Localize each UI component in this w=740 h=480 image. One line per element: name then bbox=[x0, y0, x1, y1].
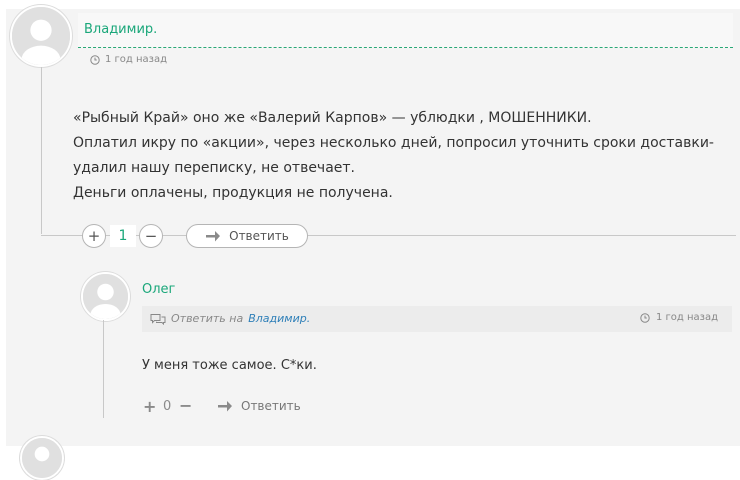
reply-arrow-icon bbox=[217, 400, 233, 412]
vote-count: 1 bbox=[110, 225, 136, 247]
reply-body: У меня тоже самое. С*ки. bbox=[142, 358, 317, 373]
reply-to-bar: Ответить на Владимир. 1 год назад bbox=[142, 306, 732, 332]
comment-body-line: Оплатил икру по «акции», через несколько… bbox=[73, 135, 714, 151]
reply-author[interactable]: Олег bbox=[142, 282, 175, 297]
vote-up-button[interactable]: + bbox=[82, 224, 106, 248]
reply-button[interactable]: Ответить bbox=[186, 224, 308, 248]
reply-avatar bbox=[81, 272, 130, 321]
comments-icon bbox=[150, 313, 166, 325]
comment-header bbox=[78, 13, 733, 48]
comment-body-line: Деньги оплачены, продукция не получена. bbox=[73, 185, 393, 201]
reply-to-link[interactable]: Владимир. bbox=[248, 312, 310, 325]
comment-time: 1 год назад bbox=[90, 54, 167, 65]
reply-to: Ответить на Владимир. bbox=[150, 312, 310, 325]
user-avatar-icon bbox=[83, 274, 128, 319]
next-comment-avatar bbox=[20, 436, 64, 480]
comment-time-text: 1 год назад bbox=[105, 54, 168, 65]
vote-down-button[interactable]: − bbox=[139, 224, 163, 248]
reply-reply-button[interactable]: Ответить bbox=[217, 399, 301, 413]
reply-reply-label: Ответить bbox=[241, 399, 301, 413]
clock-icon bbox=[90, 54, 100, 65]
comment-body-line: удалил нашу переписку, не отвечает. bbox=[73, 160, 355, 176]
reply-vote-count: 0 bbox=[163, 399, 172, 414]
minus-icon[interactable]: − bbox=[179, 396, 192, 415]
reply-thread-line bbox=[103, 320, 104, 418]
thread-line bbox=[41, 67, 42, 234]
comment-body-line: «Рыбный Край» оно же «Валерий Карпов» — … bbox=[73, 110, 592, 126]
reply-button-label: Ответить bbox=[229, 229, 289, 243]
reply-arrow-icon bbox=[205, 230, 221, 242]
plus-icon[interactable]: + bbox=[143, 397, 156, 416]
reply-time: 1 год назад bbox=[640, 312, 718, 323]
comment-author[interactable]: Владимир. bbox=[84, 22, 157, 37]
clock-icon bbox=[640, 312, 650, 323]
reply-time-text: 1 год назад bbox=[655, 312, 718, 323]
reply-to-prefix: Ответить на bbox=[171, 312, 244, 325]
user-avatar-icon bbox=[12, 7, 70, 65]
comment-body: «Рыбный Край» оно же «Валерий Карпов» — … bbox=[73, 106, 723, 206]
avatar bbox=[10, 5, 72, 67]
user-avatar-icon bbox=[22, 438, 62, 478]
